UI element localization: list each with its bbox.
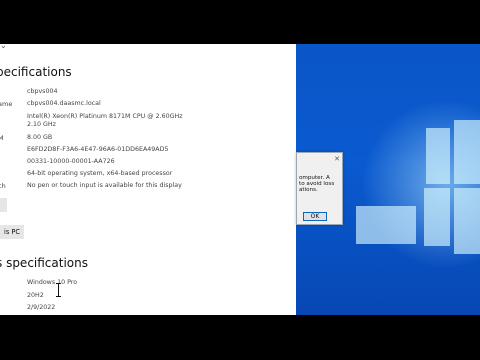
wallpaper-pane xyxy=(454,120,480,184)
screen: ⌄ pecifications cbpvs004 ame cbpvs004.da… xyxy=(0,0,480,360)
dialog-message: omputer. A to avoid loss ations. xyxy=(299,175,343,193)
windows-specifications-heading: s specifications xyxy=(0,256,88,270)
spec-value-installed-on: 2/9/2022 xyxy=(27,304,56,311)
copy-button[interactable] xyxy=(0,198,7,212)
spec-value-device-id: E6FD2D8F-F3A6-4E47-96A6-01DD6EA49AD5 xyxy=(27,146,169,153)
spec-value-version: 20H2 xyxy=(27,292,44,299)
spec-value-full-device-name: cbpvs004.daasmc.local xyxy=(27,100,101,107)
settings-about-page: ⌄ pecifications cbpvs004 ame cbpvs004.da… xyxy=(0,44,296,315)
spec-value-processor-speed: 2.10 GHz xyxy=(27,121,56,128)
spec-label-pen-touch: ch xyxy=(0,182,6,190)
spec-value-product-id: 00331-10000-00001-AA726 xyxy=(27,158,115,165)
scrolled-header-fragment: ⌄ xyxy=(0,44,7,50)
device-specifications-heading: pecifications xyxy=(0,65,72,79)
spec-value-processor: Intel(R) Xeon(R) Platinum 8171M CPU @ 2.… xyxy=(27,113,183,120)
ibeam-cursor-icon xyxy=(56,283,61,297)
ok-button[interactable]: OK xyxy=(303,212,327,221)
wallpaper-pane xyxy=(426,128,450,184)
spec-value-system-type: 64-bit operating system, x64-based proce… xyxy=(27,170,173,177)
rename-this-pc-button[interactable]: is PC xyxy=(0,225,24,239)
spec-label-full-device-name: ame xyxy=(0,100,13,108)
message-dialog: ✕ omputer. A to avoid loss ations. OK xyxy=(296,152,343,225)
spec-label-ram: M xyxy=(0,134,4,142)
spec-value-pen-touch: No pen or touch input is available for t… xyxy=(27,182,182,189)
wallpaper-pane xyxy=(356,206,416,244)
close-icon[interactable]: ✕ xyxy=(333,155,341,163)
wallpaper-pane xyxy=(424,188,450,246)
wallpaper-pane xyxy=(454,188,480,254)
spec-value-device-name: cbpvs004 xyxy=(27,88,58,95)
spec-value-ram: 8.00 GB xyxy=(27,134,53,141)
spec-value-edition: Windows 10 Pro xyxy=(27,279,78,286)
dialog-message-line: ations. xyxy=(299,187,318,193)
